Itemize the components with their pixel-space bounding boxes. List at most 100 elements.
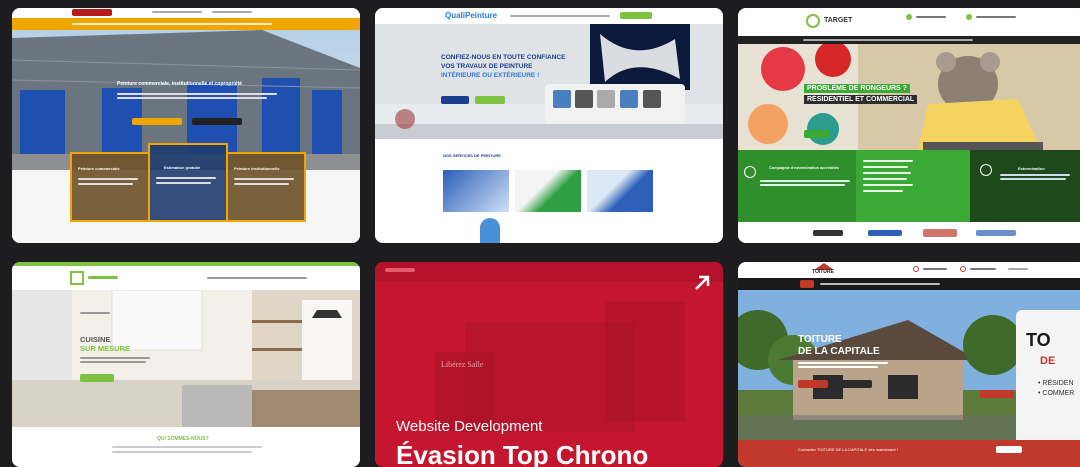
feature-text: [156, 177, 216, 179]
hero-headline-bg: PROBLÈME DE RONGEURS ?: [804, 84, 910, 93]
hero-headline-line2: VOS TRAVAUX DE PEINTURE: [441, 63, 533, 70]
service-tile-3[interactable]: [587, 170, 653, 212]
hero-kitchen-image: [12, 290, 360, 427]
band-title-right: Extermination: [1018, 166, 1045, 171]
feature-box-title: Peinture institutionnelle: [234, 166, 280, 171]
nav-items: [207, 277, 307, 279]
band-text: [760, 180, 850, 182]
site-header: TOITURE: [738, 262, 1080, 278]
band-text: [760, 184, 845, 186]
partner-logos: [738, 222, 1080, 243]
site-logo-text: [88, 276, 118, 279]
quote-button[interactable]: [980, 390, 1014, 398]
services-title: NOS SERVICES DE PEINTURE: [443, 153, 501, 158]
hero-text: [798, 362, 888, 364]
band-list: [863, 178, 907, 180]
site-logo: TOITURE: [812, 269, 834, 275]
truck-image: TO DE • RÉSIDEN • COMMER: [1016, 310, 1080, 440]
header-email: [976, 16, 1016, 18]
portfolio-card-commercial-painting[interactable]: Peinture commerciale, institutionnelle e…: [12, 8, 360, 243]
band-list: [863, 172, 911, 174]
site-header: [12, 266, 360, 290]
truck-text: TO: [1026, 330, 1051, 350]
hero-headline-line2: DE LA CAPITALE: [798, 346, 880, 357]
service-tile-2[interactable]: [515, 170, 581, 212]
target-logo-icon: [806, 14, 820, 28]
header-phone: [916, 16, 946, 18]
band-list: [863, 166, 908, 168]
hero-headline-line3: INTÉRIEURE OU EXTÉRIEURE !: [441, 72, 540, 79]
hero-secondary-button[interactable]: [192, 118, 242, 125]
feature-text: [234, 178, 294, 180]
hero-escape-room-image: [375, 262, 723, 467]
feature-box-estimate[interactable]: Estimation gratuite: [148, 143, 228, 222]
hero-cta-button[interactable]: [798, 380, 828, 388]
header-phone: [923, 268, 947, 270]
hero-headline-line1: CONFIEZ-NOUS EN TOUTE CONFIANCE: [441, 54, 566, 61]
partner-logo: [923, 229, 957, 237]
site-nav: [12, 18, 360, 30]
feature-box-institutional[interactable]: Peinture institutionnelle: [226, 152, 306, 222]
portfolio-card-toiture-capitale[interactable]: TOITURE TO DE • RÉSIDEN • COMMER TOITURE…: [738, 262, 1080, 467]
site-logo: QualiPeinture: [445, 11, 498, 20]
hero-headline-line2: SUR MESURE: [80, 344, 131, 353]
site-header: [12, 8, 360, 18]
header-cta-button[interactable]: [620, 12, 652, 19]
partner-logo: [976, 230, 1016, 236]
project-title: Évasion Top Chrono: [396, 440, 649, 467]
partner-logo: [868, 230, 902, 236]
hero-cta-button[interactable]: [804, 130, 830, 138]
site-nav: [738, 36, 1080, 44]
portfolio-card-qualipeinture[interactable]: QualiPeinture CONFIEZ-NOUS EN TOUTE CONF…: [375, 8, 723, 243]
about-title: QUI SOMMES-NOUS?: [157, 436, 209, 442]
hero-cta-button[interactable]: [80, 374, 114, 382]
site-header: QualiPeinture: [375, 8, 723, 24]
nav-items: [72, 23, 272, 25]
hero-headline-line1: TOITURE: [798, 334, 842, 345]
services-band: Compagnie d'extermination accrédités Ext…: [738, 150, 1080, 222]
nav-items: [803, 39, 973, 41]
site-nav: [738, 278, 1080, 290]
feature-box-commercial[interactable]: Peinture commerciale: [70, 152, 150, 222]
feature-text: [78, 183, 133, 185]
hero-cta-button[interactable]: [132, 118, 182, 125]
portfolio-card-evasion-top-chrono[interactable]: Libérez Salle Website Development Évasio…: [375, 262, 723, 467]
footer-cta-button[interactable]: [996, 446, 1022, 453]
portfolio-card-custom-kitchen[interactable]: CUISINE SUR MESURE QUI SOMMES-NOUS?: [12, 262, 360, 467]
hero-button-primary[interactable]: [441, 96, 469, 104]
painter-avatar: [480, 218, 500, 243]
partner-logo: [813, 230, 843, 236]
hero-text-line: [117, 93, 277, 95]
clock-icon: [980, 164, 992, 176]
hero-overlay-text: Libérez Salle: [441, 360, 484, 369]
hero-secondary-button[interactable]: [834, 380, 872, 388]
portfolio-card-target-extermination[interactable]: TARGET PROBLÈME DE RONGEURS ? RÉSIDENTIE…: [738, 8, 1080, 243]
phone-icon-2: [960, 266, 966, 272]
hero-text-line: [117, 97, 267, 99]
email-icon: [966, 14, 972, 20]
hero-button-secondary[interactable]: [475, 96, 505, 104]
header-nav: [510, 15, 610, 17]
site-logo: [72, 9, 112, 16]
hero-text: [80, 357, 150, 359]
band-list: [863, 190, 903, 192]
feature-text: [234, 183, 289, 185]
open-link-arrow-icon[interactable]: [693, 274, 711, 292]
feature-text: [78, 178, 138, 180]
site-header: TARGET: [738, 8, 1080, 36]
band-text: [1000, 178, 1066, 180]
service-tile-1[interactable]: [443, 170, 509, 212]
hero-living-room-image: [375, 24, 723, 139]
band-text: [1000, 174, 1070, 176]
social-icons: [1008, 268, 1028, 270]
hero-headline-line1: PROBLÈME DE RONGEURS ?: [807, 85, 907, 92]
header-email: [212, 11, 252, 13]
hero-text: [80, 361, 146, 363]
kitchen-logo-icon: [70, 271, 84, 285]
band-title-left: Compagnie d'extermination accrédités: [769, 166, 839, 170]
hero-kicker: [80, 312, 110, 314]
footer-strip: Contactez TOITURE DE LA CAPITALE dès mai…: [738, 440, 1080, 467]
phone-icon: [913, 266, 919, 272]
band-list: [863, 160, 913, 162]
nav-item-active[interactable]: [800, 280, 814, 288]
